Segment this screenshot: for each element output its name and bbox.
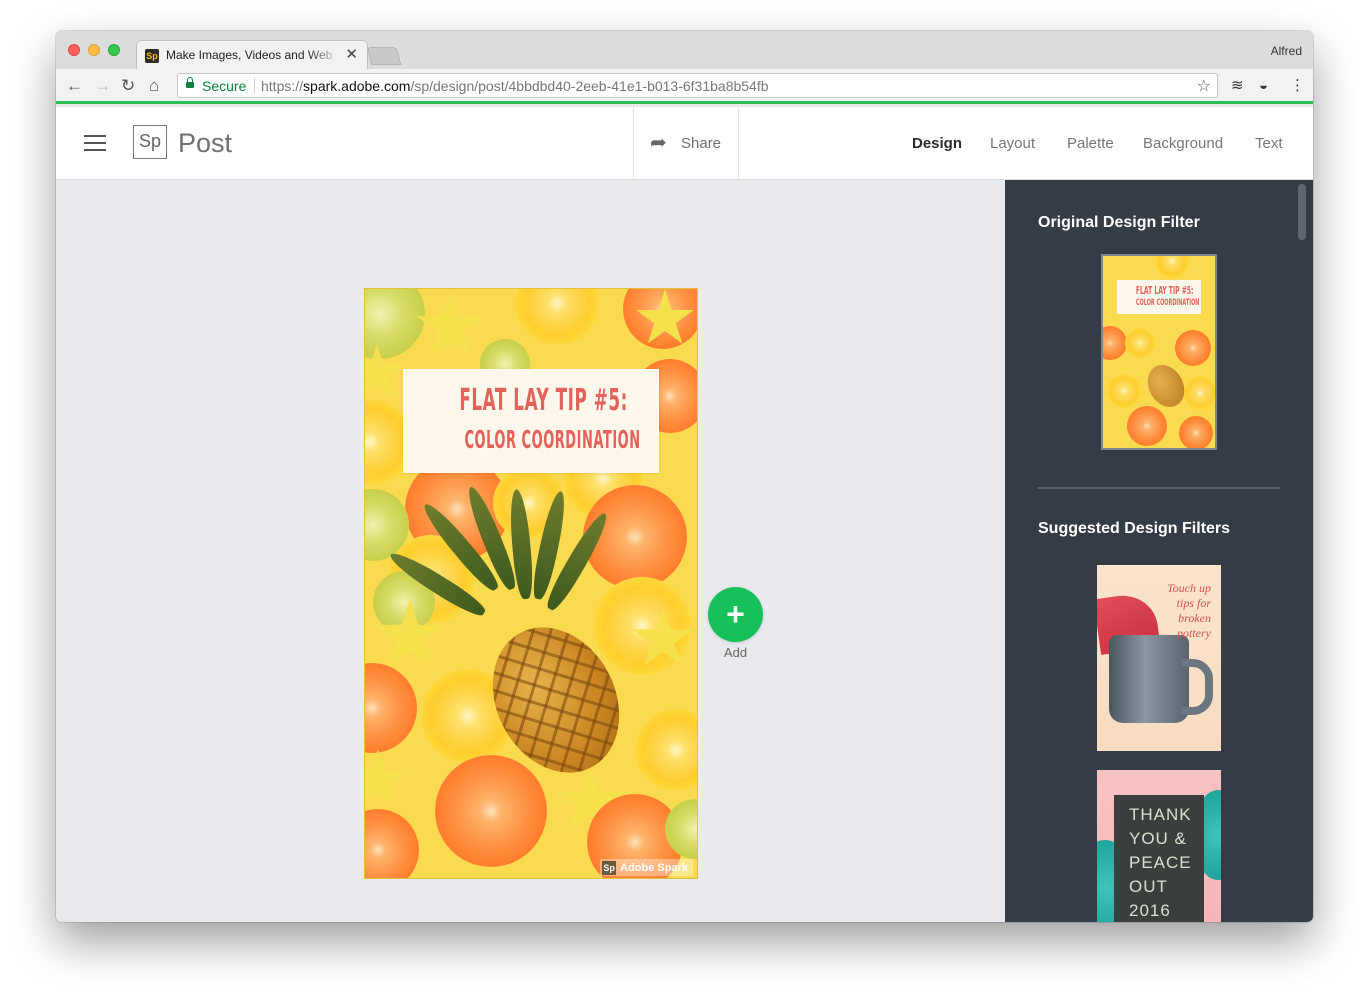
spark-logo-icon: Sp	[602, 860, 617, 875]
close-window-button[interactable]	[68, 44, 80, 56]
buffer-extension-icon[interactable]: ≋	[1231, 77, 1244, 95]
url-text[interactable]: https://spark.adobe.com/sp/design/post/4…	[261, 78, 769, 94]
pottery-line1: Touch up	[1167, 581, 1211, 595]
hamburger-menu-icon[interactable]	[84, 135, 106, 151]
url-scheme: https://	[261, 78, 304, 94]
browser-menu-icon[interactable]: ⋮	[1290, 77, 1305, 95]
orange-slice	[365, 809, 419, 878]
pottery-line2: tips for	[1176, 596, 1211, 610]
starfruit-slice	[365, 749, 408, 806]
url-host: spark.adobe.com	[303, 78, 411, 94]
orange-slice	[1103, 326, 1127, 360]
address-bar[interactable]: Secure https://spark.adobe.com/sp/design…	[177, 73, 1218, 98]
tab-background[interactable]: Background	[1143, 135, 1223, 152]
spark-logo[interactable]: Sp	[133, 125, 167, 159]
lemon-slice	[515, 289, 599, 345]
zoom-window-button[interactable]	[108, 44, 120, 56]
orange-slice	[1175, 330, 1211, 366]
profile-name[interactable]: Alfred	[1271, 44, 1302, 58]
spark-favicon-icon: Sp	[145, 49, 159, 63]
tab-design[interactable]: Design	[912, 135, 962, 152]
tab-close-icon[interactable]: ✕	[345, 46, 358, 64]
orange-slice	[365, 663, 417, 753]
lock-icon	[186, 77, 194, 88]
poster-title-line1: FLAT LAY TIP #5:	[459, 383, 628, 418]
share-label: Share	[681, 135, 722, 152]
watermark-text: Adobe Spark	[620, 861, 688, 874]
starfruit-slice	[416, 291, 486, 357]
suggested-filter-thanks[interactable]: THANK YOU & PEACE OUT 2016	[1097, 770, 1221, 922]
tab-layout[interactable]: Layout	[990, 135, 1035, 152]
tab-palette[interactable]: Palette	[1067, 135, 1114, 152]
tab-text[interactable]: Text	[1255, 135, 1283, 152]
pottery-line4: pottery	[1177, 626, 1211, 640]
thanks-line5: 2016	[1129, 901, 1171, 920]
original-filter-heading: Original Design Filter	[1038, 214, 1200, 231]
browser-tab[interactable]: Sp Make Images, Videos and Web ✕	[136, 40, 368, 70]
design-canvas: FLAT LAY TIP #5: COLOR COORDINATION Sp A…	[56, 180, 1005, 922]
minimize-window-button[interactable]	[88, 44, 100, 56]
orange-slice	[435, 755, 547, 867]
adobe-spark-watermark: Sp Adobe Spark	[600, 859, 693, 876]
thanks-line1: THANK	[1129, 805, 1192, 824]
share-button[interactable]: ➦ Share	[633, 107, 739, 179]
app-title: Post	[178, 128, 233, 158]
lemon-slice	[1183, 376, 1215, 410]
thanks-line4: OUT	[1129, 877, 1168, 896]
pocket-extension-icon[interactable]: ◒	[1259, 77, 1268, 95]
panel-scrollbar[interactable]	[1298, 184, 1306, 240]
lemon-slice	[1125, 328, 1155, 358]
thumbnail-title-line1: FLAT LAY TIP #5:	[1135, 284, 1194, 297]
add-label: Add	[723, 645, 748, 660]
new-tab-button[interactable]	[366, 47, 402, 65]
forward-arrow-icon[interactable]: →	[94, 77, 111, 95]
back-arrow-icon[interactable]: ←	[66, 77, 83, 95]
tab-title: Make Images, Videos and Web	[166, 48, 333, 62]
lemon-slice	[635, 709, 697, 791]
lemon-slice	[1155, 256, 1189, 278]
share-arrow-icon: ➦	[650, 132, 667, 154]
address-separator	[254, 78, 255, 93]
url-path: /sp/design/post/4bbdbd40-2eeb-41e1-b013-…	[410, 78, 769, 94]
thanks-line2: YOU &	[1129, 829, 1187, 848]
mug-illustration	[1109, 635, 1189, 723]
orange-slice	[1127, 406, 1167, 446]
app-header: Sp Post ➦ Share Design Layout Palette Ba…	[56, 107, 1313, 180]
pottery-line3: broken	[1178, 611, 1211, 625]
poster-preview[interactable]: FLAT LAY TIP #5: COLOR COORDINATION Sp A…	[364, 288, 698, 879]
poster-title-card[interactable]: FLAT LAY TIP #5: COLOR COORDINATION	[403, 369, 659, 473]
thanks-line3: PEACE	[1129, 853, 1192, 872]
poster-title-line2: COLOR COORDINATION	[464, 425, 641, 454]
lime-slice	[365, 289, 425, 359]
lemon-slice	[1107, 374, 1141, 408]
reload-icon[interactable]: ↻	[121, 77, 135, 95]
home-icon[interactable]: ⌂	[149, 77, 159, 95]
tab-strip: Sp Make Images, Videos and Web ✕ Alfred	[56, 31, 1313, 70]
suggested-filter-pottery[interactable]: Touch up tips for broken pottery	[1097, 565, 1221, 751]
browser-window: Sp Make Images, Videos and Web ✕ Alfred …	[56, 31, 1313, 922]
thumbnail-title-line2: COLOR COORDINATION	[1135, 298, 1200, 308]
original-design-thumbnail[interactable]: FLAT LAY TIP #5: COLOR COORDINATION	[1101, 254, 1217, 450]
thanks-card: THANK YOU & PEACE OUT 2016	[1114, 795, 1204, 922]
design-filter-panel: Original Design Filter FLAT LAY TIP #5: …	[1005, 180, 1313, 922]
orange-slice	[1179, 416, 1213, 448]
bookmark-star-icon[interactable]: ☆	[1197, 76, 1211, 96]
panel-divider	[1038, 487, 1280, 489]
add-button[interactable]: +	[708, 587, 763, 642]
suggested-filters-heading: Suggested Design Filters	[1038, 520, 1231, 537]
mug-handle	[1181, 659, 1213, 715]
secure-label: Secure	[202, 78, 247, 94]
browser-toolbar: ← → ↻ ⌂ Secure https://spark.adobe.com/s…	[56, 69, 1313, 104]
thumbnail-title-card: FLAT LAY TIP #5: COLOR COORDINATION	[1117, 280, 1201, 314]
